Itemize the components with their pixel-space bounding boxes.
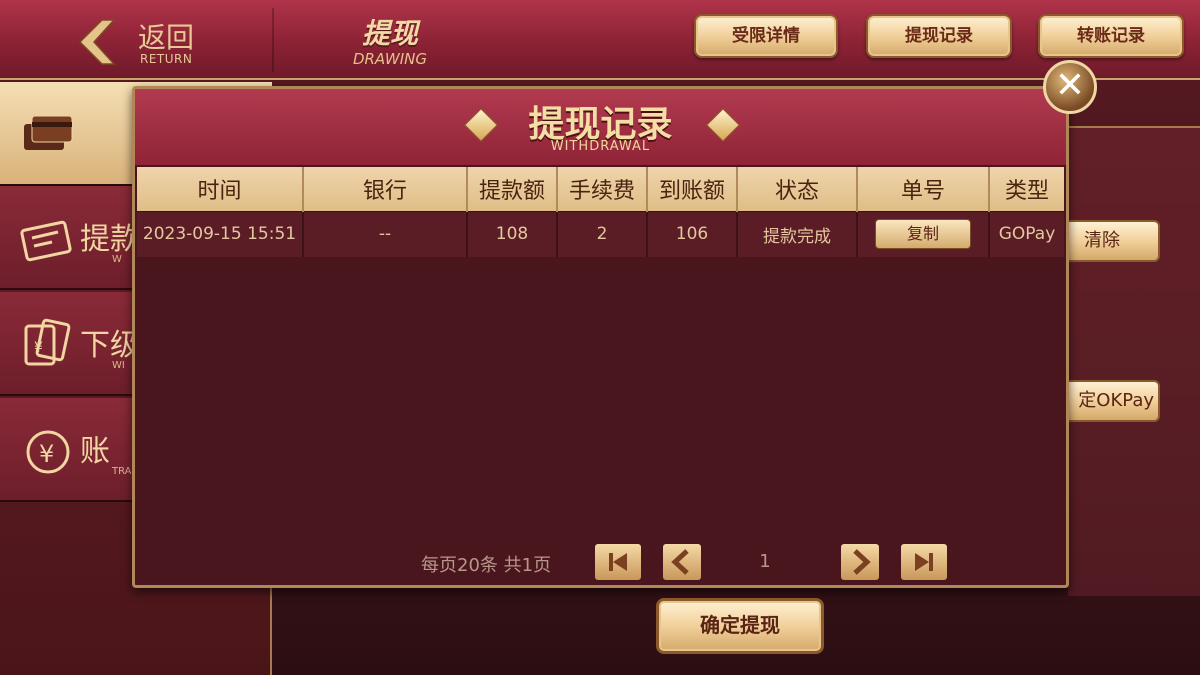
top-bar: 返回 RETURN 提现 DRAWING 受限详情 提现记录 转账记录 xyxy=(0,0,1200,80)
page-title-block: 提现 DRAWING xyxy=(330,12,450,68)
modal-subtitle: WITHDRAWAL xyxy=(550,139,651,154)
first-page-button[interactable] xyxy=(595,544,641,580)
table-header-row: 时间 银行 提款额 手续费 到账额 状态 单号 类型 xyxy=(137,167,1064,211)
svg-text:¥: ¥ xyxy=(34,340,43,356)
transfer-records-button[interactable]: 转账记录 xyxy=(1038,14,1184,58)
app-root: 返回 RETURN 提现 DRAWING 受限详情 提现记录 转账记录 提款 W… xyxy=(0,0,1200,675)
card-withdraw-icon xyxy=(20,220,72,262)
table-row: 2023-09-15 15:51 -- 108 2 106 提款完成 复制 GO… xyxy=(137,210,1064,257)
bind-okpay-button[interactable]: 定OKPay xyxy=(1064,380,1160,422)
sidebar-item-sub: W xyxy=(112,254,122,265)
col-header-fee: 手续费 xyxy=(557,167,648,211)
back-label: 返回 xyxy=(138,21,195,54)
cell-received: 106 xyxy=(647,210,738,257)
page-title: 提现 xyxy=(361,17,418,50)
next-page-button[interactable] xyxy=(841,544,879,580)
close-modal-button[interactable]: ✕ xyxy=(1043,60,1097,114)
cell-order: 复制 xyxy=(857,210,990,257)
records-table: 时间 银行 提款额 手续费 到账额 状态 单号 类型 2023-09-15 15… xyxy=(137,167,1064,257)
cell-time: 2023-09-15 15:51 xyxy=(137,210,304,257)
col-header-status: 状态 xyxy=(737,167,858,211)
sidebar-item-sub: TRA xyxy=(112,466,132,477)
col-header-type: 类型 xyxy=(989,167,1064,211)
bank-card-icon xyxy=(24,115,73,150)
background-form-panel xyxy=(1068,126,1200,596)
chevron-right-icon xyxy=(853,549,871,575)
cell-type: GOPay xyxy=(989,210,1064,257)
col-header-amount: 提款额 xyxy=(467,167,558,211)
back-arrow-icon xyxy=(78,19,116,65)
col-header-received: 到账额 xyxy=(647,167,738,211)
withdraw-records-modal: 提现记录 WITHDRAWAL 时间 银行 提款额 手续费 到账额 状态 单号 … xyxy=(132,86,1069,588)
sidebar-item-label: 下级 xyxy=(80,328,140,363)
pagination-info: 每页20条 共1页 xyxy=(421,555,552,576)
header-divider xyxy=(272,8,274,72)
last-page-button[interactable] xyxy=(901,544,947,580)
chevron-left-icon xyxy=(671,549,689,575)
first-page-icon xyxy=(609,553,627,571)
col-header-time: 时间 xyxy=(137,167,304,211)
copy-order-button[interactable]: 复制 xyxy=(875,219,971,250)
clear-button[interactable]: 清除 xyxy=(1064,220,1160,262)
modal-header: 提现记录 WITHDRAWAL xyxy=(135,89,1066,165)
sidebar-item-label: 账 xyxy=(80,434,110,469)
limit-details-button[interactable]: 受限详情 xyxy=(694,14,838,58)
col-header-bank: 银行 xyxy=(303,167,468,211)
cell-bank: -- xyxy=(303,210,468,257)
cell-amount: 108 xyxy=(467,210,558,257)
back-button[interactable]: 返回 RETURN xyxy=(70,14,200,70)
wallet-icon: ¥ xyxy=(24,318,71,366)
cell-status: 提款完成 xyxy=(737,210,858,257)
col-header-order: 单号 xyxy=(857,167,990,211)
page-subtitle: DRAWING xyxy=(352,50,428,68)
prev-page-button[interactable] xyxy=(663,544,701,580)
svg-text:¥: ¥ xyxy=(39,440,54,468)
last-page-icon xyxy=(915,553,933,571)
cell-fee: 2 xyxy=(557,210,648,257)
withdraw-records-button[interactable]: 提现记录 xyxy=(866,14,1012,58)
sidebar-item-sub: WI xyxy=(112,360,125,371)
current-page: 1 xyxy=(759,551,771,572)
yuan-exchange-icon: ¥ xyxy=(26,430,70,474)
confirm-withdraw-button[interactable]: 确定提现 xyxy=(656,598,824,654)
sidebar-item-label: 提款 xyxy=(80,222,140,257)
back-sub-label: RETURN xyxy=(140,52,193,66)
close-icon: ✕ xyxy=(1054,65,1086,106)
